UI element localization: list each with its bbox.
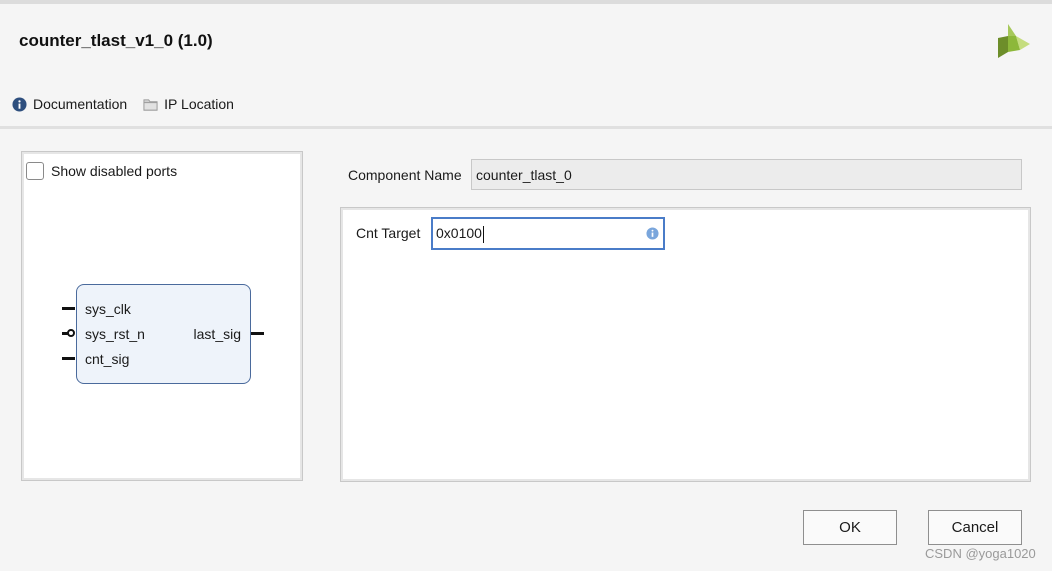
component-name-label: Component Name [348, 167, 462, 183]
cnt-target-value: 0x0100 [436, 225, 482, 241]
ok-button[interactable]: OK [803, 510, 897, 545]
info-icon [12, 96, 27, 112]
port-cnt-sig: cnt_sig [85, 351, 130, 367]
port-last-sig: last_sig [193, 326, 241, 342]
xilinx-logo-icon [998, 24, 1030, 58]
ip-location-label: IP Location [164, 96, 234, 112]
folder-icon [143, 98, 158, 111]
header-separator [0, 126, 1052, 129]
show-disabled-ports-label: Show disabled ports [51, 163, 178, 179]
ip-block-symbol: sys_clk sys_rst_n cnt_sig last_sig [76, 284, 251, 384]
sys-clk-pin [62, 307, 75, 310]
cnt-sig-pin [62, 357, 75, 360]
last-sig-pin [251, 332, 264, 335]
cancel-button[interactable]: Cancel [928, 510, 1022, 545]
component-name-field[interactable]: counter_tlast_0 [471, 159, 1022, 190]
ip-symbol-panel: Show disabled ports sys_clk sys_rst_n cn… [21, 151, 303, 481]
documentation-menu[interactable]: Documentation [12, 96, 127, 112]
show-disabled-ports-option[interactable]: Show disabled ports [26, 162, 177, 180]
ip-location-button[interactable]: IP Location [143, 96, 234, 112]
cnt-target-label: Cnt Target [356, 225, 421, 241]
parameters-panel: Cnt Target 0x0100 [340, 207, 1031, 482]
sys-rst-n-inversion-bubble [67, 329, 75, 337]
documentation-label: Documentation [33, 96, 128, 112]
info-icon[interactable] [646, 227, 659, 240]
text-caret [482, 225, 484, 243]
dialog-title: counter_tlast_v1_0 (1.0) [19, 31, 213, 50]
show-disabled-ports-checkbox[interactable] [26, 162, 44, 180]
watermark: CSDN @yoga1020 [925, 546, 1036, 561]
port-sys-clk: sys_clk [85, 301, 131, 317]
toolbar: Documentation IP Location [12, 94, 250, 114]
window-top-border [0, 0, 1052, 4]
port-sys-rst-n: sys_rst_n [85, 326, 145, 342]
cnt-target-input[interactable]: 0x0100 [431, 217, 665, 250]
